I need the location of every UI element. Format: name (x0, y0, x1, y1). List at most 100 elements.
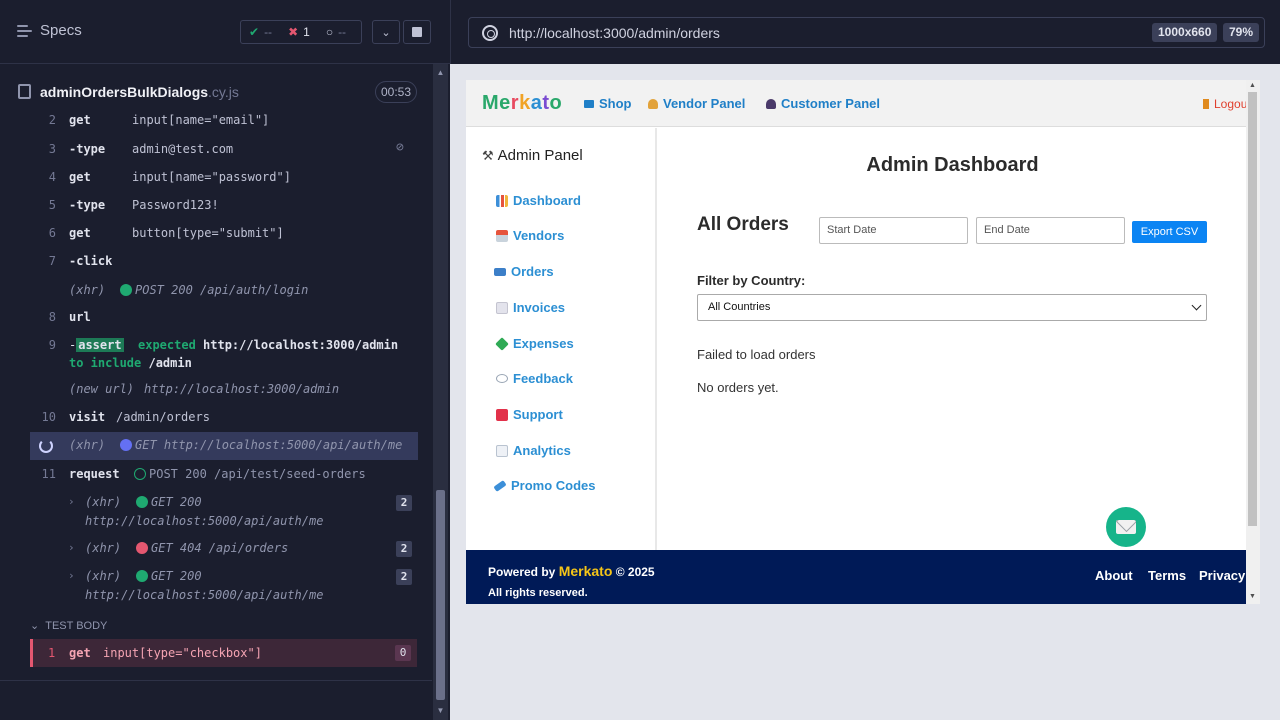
app-frame: Merkato Shop Vendor Panel Customer Panel… (466, 80, 1260, 604)
preview-header: http://localhost:3000/admin/orders 1000x… (450, 0, 1280, 64)
spec-file-icon (18, 84, 31, 99)
specs-label: Specs (40, 22, 82, 39)
logo-letter: o (549, 92, 563, 114)
failed-stat: ✖ 1 (288, 25, 310, 39)
command-log-scrollbar[interactable]: ▲ ▼ (433, 64, 448, 720)
viewport-badge[interactable]: 1000x660 (1152, 23, 1218, 42)
error-message: Failed to load orders (697, 347, 816, 362)
cypress-runner: Specs ✔ -- ✖ 1 ○ -- ⌄ adminOrdersBulkDia… (0, 0, 1280, 720)
status-dot-icon (136, 542, 148, 554)
app-preview-pane: http://localhost:3000/admin/orders 1000x… (450, 0, 1280, 720)
loading-spinner-icon (39, 439, 53, 453)
failed-command-row[interactable]: 1 get input[type="checkbox"] 0 (30, 639, 417, 667)
money-icon (495, 336, 509, 351)
tools-icon: ⚒ (482, 147, 494, 163)
rights-text: All rights reserved. (488, 587, 588, 599)
url-text: http://localhost:3000/admin/orders (509, 25, 720, 41)
main-content: Admin Dashboard All Orders Start Date En… (659, 128, 1246, 550)
test-body-toggle[interactable]: ⌄ TEST BODY (30, 619, 113, 632)
stop-icon (412, 27, 422, 37)
command-log-pane: Specs ✔ -- ✖ 1 ○ -- ⌄ adminOrdersBulkDia… (0, 0, 450, 720)
logout-link[interactable]: Logout (1203, 97, 1251, 111)
envelope-icon (1116, 520, 1136, 534)
count-badge: 0 (395, 645, 411, 661)
sidebar-item-vendors[interactable]: Vendors (496, 228, 564, 243)
divider (0, 680, 432, 681)
door-icon (1203, 99, 1209, 109)
command-list: 2 get input[name="email"] 3 -type admin@… (30, 112, 418, 608)
section-title: All Orders (697, 214, 789, 235)
scrollbar-thumb[interactable] (1248, 92, 1257, 526)
chevron-down-icon: ⌄ (381, 26, 391, 39)
sidebar-item-promo-codes[interactable]: Promo Codes (493, 478, 596, 493)
page-title: Admin Dashboard (866, 154, 1039, 176)
test-stats: ✔ -- ✖ 1 ○ -- (240, 20, 362, 44)
globe-icon (482, 25, 498, 41)
status-ring-icon (134, 468, 146, 480)
line-chart-icon (496, 444, 508, 457)
pending-stat: ○ -- (325, 25, 347, 39)
nav-vendor-panel[interactable]: Vendor Panel (648, 96, 745, 111)
speech-bubble-icon (496, 374, 508, 383)
scroll-down-icon[interactable]: ▼ (436, 706, 445, 715)
specs-toggle[interactable]: Specs (17, 22, 82, 39)
pending-icon: ○ (325, 25, 334, 39)
spec-title[interactable]: adminOrdersBulkDialogs.cy.js (40, 84, 239, 100)
chevron-down-icon (1191, 300, 1202, 311)
logo-letter: a (530, 92, 543, 114)
document-icon (496, 301, 508, 314)
store-icon (496, 229, 508, 242)
run-timer: 00:53 (375, 81, 417, 103)
app-scrollbar[interactable]: ▲ ▼ (1246, 80, 1260, 604)
footer-link-privacy[interactable]: Privacy (1199, 568, 1245, 583)
footer-link-about[interactable]: About (1095, 568, 1133, 583)
export-csv-button[interactable]: Export CSV (1132, 221, 1207, 243)
site-logo[interactable]: Merkato (482, 92, 562, 115)
runner-header: Specs ✔ -- ✖ 1 ○ -- ⌄ (0, 0, 450, 64)
specs-list-icon (17, 24, 32, 37)
url-bar[interactable]: http://localhost:3000/admin/orders 1000x… (468, 17, 1265, 48)
sidebar-item-analytics[interactable]: Analytics (496, 443, 571, 458)
person-icon (766, 98, 776, 109)
scroll-up-icon[interactable]: ▲ (436, 68, 445, 77)
chevron-down-icon: ⌄ (30, 620, 40, 632)
pending-xhr-row[interactable]: (xhr) GET http://localhost:5000/api/auth… (30, 432, 418, 460)
sidebar-item-dashboard[interactable]: Dashboard (496, 193, 581, 208)
logo-letter: e (499, 92, 511, 114)
status-dot-icon (136, 570, 148, 582)
logo-letter: t (542, 92, 550, 114)
logo-letter: r (510, 92, 520, 114)
nav-customer-panel[interactable]: Customer Panel (766, 96, 880, 111)
start-date-input[interactable]: Start Date (819, 217, 968, 244)
sidebar-item-orders[interactable]: Orders (494, 264, 554, 279)
status-dot-icon (120, 439, 132, 451)
sidebar-item-feedback[interactable]: Feedback (496, 371, 573, 386)
sidebar-item-invoices[interactable]: Invoices (496, 300, 565, 315)
end-date-input[interactable]: End Date (976, 217, 1125, 244)
status-dot-icon (120, 284, 132, 296)
scroll-down-icon[interactable]: ▼ (1249, 593, 1256, 600)
count-badge: 2 (396, 495, 412, 511)
scrollbar-thumb[interactable] (436, 490, 445, 700)
nav-shop[interactable]: Shop (584, 96, 632, 111)
passed-stat: ✔ -- (249, 25, 273, 39)
empty-message: No orders yet. (697, 380, 779, 395)
check-icon: ✔ (249, 25, 260, 39)
truck-icon (494, 267, 506, 276)
sidebar-item-expenses[interactable]: Expenses (495, 336, 574, 351)
contact-button[interactable] (1106, 507, 1146, 547)
stop-button[interactable] (403, 20, 431, 44)
logo-letter: M (482, 92, 500, 114)
sidebar-item-support[interactable]: Support (496, 407, 563, 422)
bar-chart-icon (496, 194, 508, 207)
count-badge: 2 (396, 569, 412, 585)
site-footer: Powered by Merkato © 2025 All rights res… (466, 550, 1246, 604)
chevron-right-icon: › (68, 495, 75, 508)
admin-sidebar: ⚒ Admin Panel Dashboard Vendors Orders I… (466, 128, 657, 550)
chevron-right-icon: › (68, 569, 75, 582)
collapse-button[interactable]: ⌄ (372, 20, 400, 44)
scroll-up-icon[interactable]: ▲ (1249, 82, 1256, 89)
country-select[interactable]: All Countries (697, 294, 1207, 321)
flag-icon (584, 99, 594, 108)
footer-link-terms[interactable]: Terms (1148, 568, 1186, 583)
